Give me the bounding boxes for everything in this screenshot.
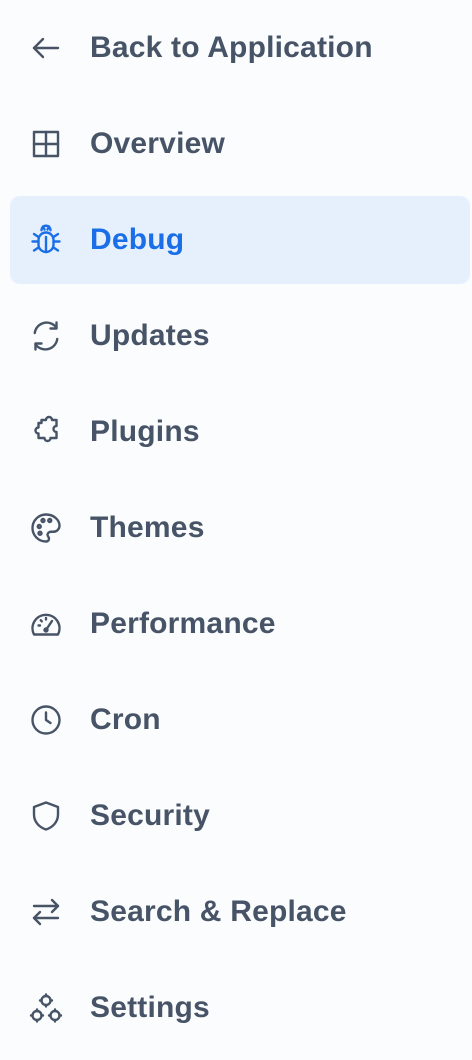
sidebar-item-updates[interactable]: Updates bbox=[10, 292, 470, 380]
sidebar-item-label: Plugins bbox=[90, 415, 200, 448]
gauge-icon bbox=[28, 606, 64, 642]
sidebar-item-label: Overview bbox=[90, 127, 226, 160]
palette-icon bbox=[28, 510, 64, 546]
sidebar-item-label: Themes bbox=[90, 511, 205, 544]
sidebar-item-cron[interactable]: Cron bbox=[10, 676, 470, 764]
sidebar-item-performance[interactable]: Performance bbox=[10, 580, 470, 668]
sidebar-item-label: Security bbox=[90, 799, 210, 832]
back-to-application-label: Back to Application bbox=[90, 31, 373, 64]
arrow-left-icon bbox=[28, 30, 64, 66]
grid-icon bbox=[28, 126, 64, 162]
sidebar-item-label: Search & Replace bbox=[90, 895, 347, 928]
sidebar-item-label: Updates bbox=[90, 319, 210, 352]
sidebar-item-security[interactable]: Security bbox=[10, 772, 470, 860]
sidebar-item-overview[interactable]: Overview bbox=[10, 100, 470, 188]
refresh-icon bbox=[28, 318, 64, 354]
back-to-application-link[interactable]: Back to Application bbox=[10, 4, 470, 92]
shield-icon bbox=[28, 798, 64, 834]
clock-icon bbox=[28, 702, 64, 738]
sidebar-nav: Back to Application Overview Debug Updat… bbox=[0, 0, 472, 1060]
sidebar-item-label: Cron bbox=[90, 703, 161, 736]
sidebar-item-label: Performance bbox=[90, 607, 276, 640]
sidebar-item-plugins[interactable]: Plugins bbox=[10, 388, 470, 476]
sidebar-item-label: Debug bbox=[90, 223, 185, 256]
sidebar-item-themes[interactable]: Themes bbox=[10, 484, 470, 572]
settings-nodes-icon bbox=[28, 990, 64, 1026]
sidebar-item-settings[interactable]: Settings bbox=[10, 964, 470, 1052]
bug-icon bbox=[28, 222, 64, 258]
puzzle-icon bbox=[28, 414, 64, 450]
sidebar-item-debug[interactable]: Debug bbox=[10, 196, 470, 284]
sidebar-item-label: Settings bbox=[90, 991, 210, 1024]
swap-icon bbox=[28, 894, 64, 930]
sidebar-item-search-replace[interactable]: Search & Replace bbox=[10, 868, 470, 956]
